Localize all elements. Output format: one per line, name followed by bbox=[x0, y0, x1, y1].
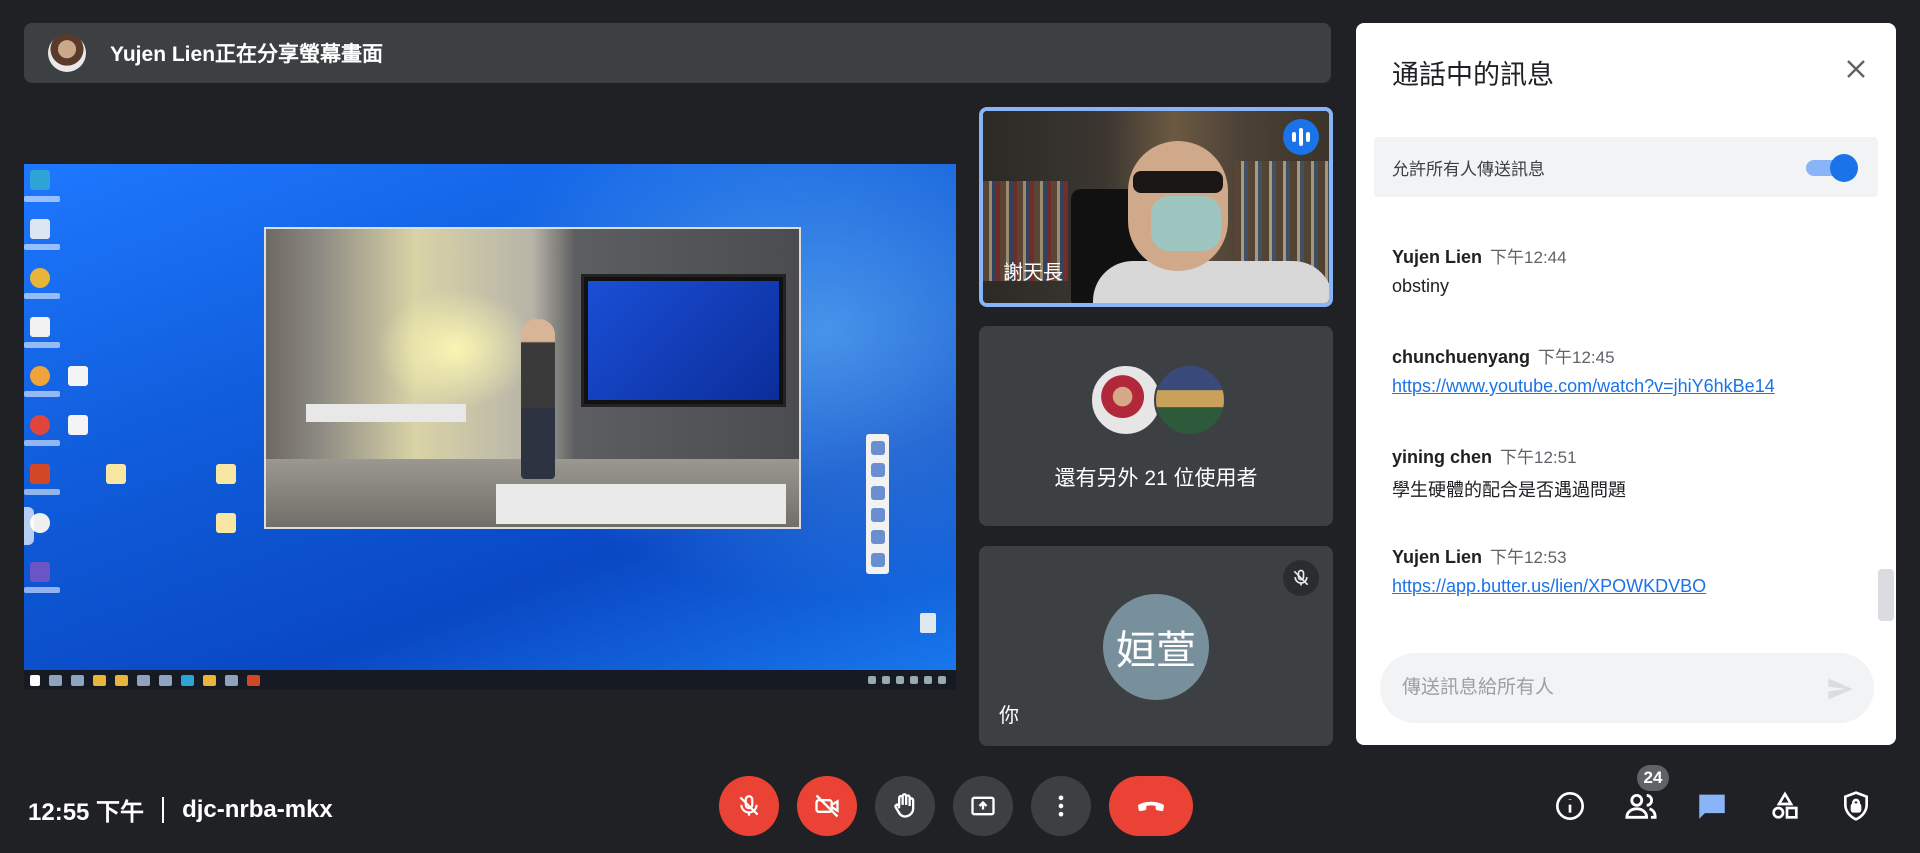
raise-hand-button[interactable] bbox=[875, 776, 935, 836]
camera-toggle-button[interactable] bbox=[797, 776, 857, 836]
avatar bbox=[1154, 364, 1226, 436]
chat-title: 通話中的訊息 bbox=[1392, 60, 1554, 90]
participant-tile-speaker[interactable]: 謝天長 bbox=[979, 107, 1333, 307]
present-button[interactable] bbox=[953, 776, 1013, 836]
close-icon[interactable] bbox=[1838, 51, 1874, 87]
participant-tile-others[interactable]: 還有另外 21 位使用者 bbox=[979, 326, 1333, 526]
message-sender: yining chen bbox=[1392, 447, 1493, 467]
desktop-icon-app2 bbox=[30, 415, 50, 435]
windows-taskbar bbox=[24, 670, 956, 690]
mic-toggle-button[interactable] bbox=[719, 776, 779, 836]
activities-icon bbox=[1772, 791, 1798, 819]
send-icon[interactable] bbox=[1826, 675, 1854, 703]
others-count-label: 還有另外 21 位使用者 bbox=[1054, 467, 1258, 490]
current-time: 12:55 下午 bbox=[28, 799, 145, 826]
chat-message: Yujen Lien 下午12:53 https://app.butter.us/… bbox=[1392, 543, 1706, 597]
message-text: obstiny bbox=[1392, 276, 1450, 296]
audio-indicator-icon bbox=[1283, 119, 1319, 155]
recycle-bin-icon bbox=[920, 613, 936, 633]
presenting-banner: Yujen Lien正在分享螢幕畫面 bbox=[24, 23, 1331, 83]
message-time: 下午12:45 bbox=[1538, 348, 1615, 367]
pen-toolbar bbox=[866, 434, 889, 574]
desktop-icon-file3 bbox=[216, 513, 236, 533]
desktop-icon-app bbox=[30, 366, 50, 386]
more-vert-icon bbox=[1058, 795, 1064, 817]
desktop-icon-pc bbox=[30, 219, 50, 239]
hand-icon bbox=[894, 793, 915, 818]
phone-hangup-icon bbox=[1138, 801, 1164, 812]
desktop-icon-file bbox=[106, 464, 126, 484]
message-sender: Yujen Lien bbox=[1392, 547, 1483, 567]
chat-message: yining chen 下午12:51 學生硬體的配合是否遇過問題 bbox=[1392, 443, 1626, 502]
message-link[interactable]: https://www.youtube.com/watch?v=jhiY6hkB… bbox=[1392, 376, 1775, 396]
self-name: 你 bbox=[999, 705, 1019, 727]
meeting-details-button[interactable] bbox=[1546, 782, 1594, 830]
chat-scrollbar[interactable] bbox=[1878, 569, 1894, 621]
allow-messages-row: 允許所有人傳送訊息 bbox=[1374, 137, 1878, 197]
shield-lock-icon bbox=[1844, 791, 1868, 821]
message-sender: chunchuenyang bbox=[1392, 347, 1531, 367]
meeting-code: djc-nrba-mkx bbox=[182, 795, 333, 823]
chat-input[interactable] bbox=[1380, 653, 1874, 723]
desktop-icon-edge bbox=[30, 170, 50, 190]
message-time: 下午12:44 bbox=[1490, 248, 1567, 267]
avatar bbox=[1090, 364, 1162, 436]
desktop-icon-file2 bbox=[216, 464, 236, 484]
allow-messages-toggle[interactable] bbox=[1804, 154, 1858, 182]
host-controls-button[interactable] bbox=[1832, 782, 1880, 830]
chat-message: Yujen Lien 下午12:44 obstiny bbox=[1392, 243, 1567, 297]
message-time: 下午12:53 bbox=[1490, 548, 1567, 567]
desktop-icon-whiteboard bbox=[30, 317, 50, 337]
desktop-icon-powerpoint bbox=[30, 464, 50, 484]
message-link[interactable]: https://app.butter.us/lien/XPOWKDVBO bbox=[1392, 576, 1706, 596]
presenter-text: Yujen Lien正在分享螢幕畫面 bbox=[110, 43, 384, 66]
chat-icon bbox=[1699, 794, 1725, 819]
message-text: 學生硬體的配合是否遇過問題 bbox=[1392, 480, 1626, 500]
shared-screen[interactable] bbox=[24, 164, 956, 690]
classroom-photo bbox=[264, 227, 801, 529]
mic-off-icon bbox=[739, 795, 759, 816]
meeting-info: 12:55 下午 djc-nrba-mkx bbox=[28, 792, 333, 827]
chat-panel: 通話中的訊息 允許所有人傳送訊息 Yujen Lien 下午12:44 obsti… bbox=[1356, 23, 1896, 745]
self-avatar: 姮萱 bbox=[1103, 594, 1209, 700]
call-controls bbox=[719, 776, 1193, 836]
presenter-avatar bbox=[48, 34, 86, 72]
presenter-figure bbox=[521, 319, 555, 479]
side-handle bbox=[24, 507, 34, 545]
desktop-icon-teams bbox=[30, 562, 50, 582]
info-icon bbox=[1556, 792, 1584, 820]
people-icon bbox=[1625, 793, 1657, 819]
present-screen-icon bbox=[971, 796, 995, 816]
message-sender: Yujen Lien bbox=[1392, 247, 1483, 267]
people-count-badge: 24 bbox=[1637, 765, 1669, 791]
leave-call-button[interactable] bbox=[1109, 776, 1193, 836]
message-time: 下午12:51 bbox=[1500, 448, 1577, 467]
chat-message: chunchuenyang 下午12:45 https://www.youtube… bbox=[1392, 343, 1775, 397]
more-options-button[interactable] bbox=[1031, 776, 1091, 836]
participant-tile-self[interactable]: 姮萱 你 bbox=[979, 546, 1333, 746]
desktop-icon-chrome bbox=[30, 268, 50, 288]
activities-button[interactable] bbox=[1761, 782, 1809, 830]
chat-compose bbox=[1380, 653, 1874, 723]
allow-messages-label: 允許所有人傳送訊息 bbox=[1392, 159, 1545, 179]
participant-name: 謝天長 bbox=[1003, 262, 1063, 284]
desktop-icon-doc bbox=[68, 366, 88, 386]
mic-off-icon bbox=[1283, 560, 1319, 596]
chat-button[interactable] bbox=[1688, 782, 1736, 830]
desktop-icon-doc2 bbox=[68, 415, 88, 435]
camera-off-icon bbox=[815, 794, 839, 818]
